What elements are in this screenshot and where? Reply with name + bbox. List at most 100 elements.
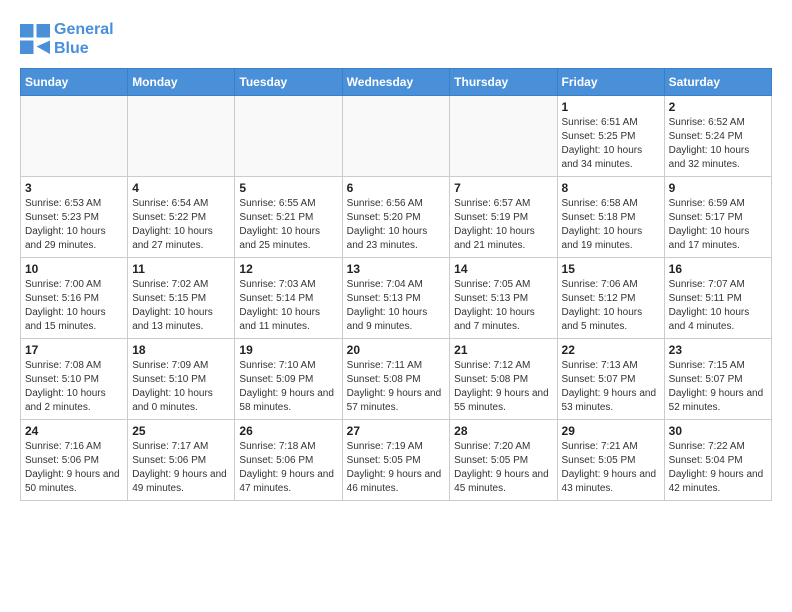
- calendar-cell: 30Sunrise: 7:22 AM Sunset: 5:04 PM Dayli…: [664, 420, 771, 501]
- day-number: 29: [562, 424, 660, 438]
- day-number: 14: [454, 262, 552, 276]
- logo: General Blue: [20, 20, 114, 58]
- calendar-cell: [235, 96, 342, 177]
- day-detail: Sunrise: 7:06 AM Sunset: 5:12 PM Dayligh…: [562, 278, 660, 334]
- day-detail: Sunrise: 7:10 AM Sunset: 5:09 PM Dayligh…: [239, 359, 337, 415]
- col-header-wednesday: Wednesday: [342, 69, 450, 96]
- calendar-cell: 24Sunrise: 7:16 AM Sunset: 5:06 PM Dayli…: [21, 420, 128, 501]
- day-number: 20: [347, 343, 446, 357]
- day-number: 17: [25, 343, 123, 357]
- day-number: 1: [562, 100, 660, 114]
- calendar-cell: [342, 96, 450, 177]
- calendar-cell: 4 Sunrise: 6:54 AM Sunset: 5:22 PM Daylig…: [128, 177, 235, 258]
- calendar-cell: [450, 96, 557, 177]
- calendar-cell: 10 Sunrise: 7:00 AM Sunset: 5:16 PM Dayli…: [21, 258, 128, 339]
- calendar-cell: 14 Sunrise: 7:05 AM Sunset: 5:13 PM Dayli…: [450, 258, 557, 339]
- day-number: 12: [239, 262, 337, 276]
- day-detail: Sunrise: 7:07 AM Sunset: 5:11 PM Dayligh…: [669, 278, 767, 334]
- calendar-cell: 25 Sunrise: 7:17 AM Sunset: 5:06 PM Dayli…: [128, 420, 235, 501]
- calendar-cell: 6 Sunrise: 6:56 AM Sunset: 5:20 PM Daylig…: [342, 177, 450, 258]
- day-number: 22: [562, 343, 660, 357]
- day-detail: Sunrise: 7:12 AM Sunset: 5:08 PM Dayligh…: [454, 359, 552, 415]
- calendar-cell: 26 Sunrise: 7:18 AM Sunset: 5:06 PM Dayli…: [235, 420, 342, 501]
- day-detail: Sunrise: 7:16 AM Sunset: 5:06 PM Dayligh…: [25, 440, 123, 496]
- day-number: 30: [669, 424, 767, 438]
- calendar-cell: 19 Sunrise: 7:10 AM Sunset: 5:09 PM Dayli…: [235, 339, 342, 420]
- col-header-monday: Monday: [128, 69, 235, 96]
- day-detail: Sunrise: 6:55 AM Sunset: 5:21 PM Dayligh…: [239, 197, 337, 253]
- day-detail: Sunrise: 7:11 AM Sunset: 5:08 PM Dayligh…: [347, 359, 446, 415]
- day-number: 10: [25, 262, 123, 276]
- calendar-cell: 28Sunrise: 7:20 AM Sunset: 5:05 PM Dayli…: [450, 420, 557, 501]
- calendar-cell: [21, 96, 128, 177]
- calendar-cell: 29 Sunrise: 7:21 AM Sunset: 5:05 PM Dayli…: [557, 420, 664, 501]
- day-number: 27: [347, 424, 446, 438]
- calendar-cell: 7Sunrise: 6:57 AM Sunset: 5:19 PM Daylig…: [450, 177, 557, 258]
- day-number: 25: [132, 424, 230, 438]
- calendar-cell: 15 Sunrise: 7:06 AM Sunset: 5:12 PM Dayli…: [557, 258, 664, 339]
- calendar-cell: 5 Sunrise: 6:55 AM Sunset: 5:21 PM Daylig…: [235, 177, 342, 258]
- col-header-thursday: Thursday: [450, 69, 557, 96]
- calendar-week-3: 10 Sunrise: 7:00 AM Sunset: 5:16 PM Dayli…: [21, 258, 772, 339]
- day-number: 2: [669, 100, 767, 114]
- logo-text: General Blue: [54, 20, 114, 58]
- day-number: 3: [25, 181, 123, 195]
- day-number: 26: [239, 424, 337, 438]
- day-detail: Sunrise: 6:52 AM Sunset: 5:24 PM Dayligh…: [669, 116, 767, 172]
- day-detail: Sunrise: 7:04 AM Sunset: 5:13 PM Dayligh…: [347, 278, 446, 334]
- calendar-cell: 1Sunrise: 6:51 AM Sunset: 5:25 PM Daylig…: [557, 96, 664, 177]
- day-number: 19: [239, 343, 337, 357]
- day-number: 18: [132, 343, 230, 357]
- day-number: 6: [347, 181, 446, 195]
- day-number: 16: [669, 262, 767, 276]
- day-number: 5: [239, 181, 337, 195]
- calendar-cell: 16 Sunrise: 7:07 AM Sunset: 5:11 PM Dayli…: [664, 258, 771, 339]
- day-number: 8: [562, 181, 660, 195]
- calendar-week-5: 24Sunrise: 7:16 AM Sunset: 5:06 PM Dayli…: [21, 420, 772, 501]
- calendar-cell: 9Sunrise: 6:59 AM Sunset: 5:17 PM Daylig…: [664, 177, 771, 258]
- day-detail: Sunrise: 6:54 AM Sunset: 5:22 PM Dayligh…: [132, 197, 230, 253]
- calendar-cell: 18 Sunrise: 7:09 AM Sunset: 5:10 PM Dayli…: [128, 339, 235, 420]
- calendar-cell: 2 Sunrise: 6:52 AM Sunset: 5:24 PM Daylig…: [664, 96, 771, 177]
- day-detail: Sunrise: 6:57 AM Sunset: 5:19 PM Dayligh…: [454, 197, 552, 253]
- calendar-cell: 23Sunrise: 7:15 AM Sunset: 5:07 PM Dayli…: [664, 339, 771, 420]
- day-detail: Sunrise: 7:05 AM Sunset: 5:13 PM Dayligh…: [454, 278, 552, 334]
- day-number: 21: [454, 343, 552, 357]
- day-detail: Sunrise: 7:02 AM Sunset: 5:15 PM Dayligh…: [132, 278, 230, 334]
- calendar-cell: 3 Sunrise: 6:53 AM Sunset: 5:23 PM Daylig…: [21, 177, 128, 258]
- day-detail: Sunrise: 7:21 AM Sunset: 5:05 PM Dayligh…: [562, 440, 660, 496]
- day-number: 13: [347, 262, 446, 276]
- calendar-cell: 21 Sunrise: 7:12 AM Sunset: 5:08 PM Dayli…: [450, 339, 557, 420]
- calendar-cell: 22Sunrise: 7:13 AM Sunset: 5:07 PM Dayli…: [557, 339, 664, 420]
- day-detail: Sunrise: 6:56 AM Sunset: 5:20 PM Dayligh…: [347, 197, 446, 253]
- col-header-tuesday: Tuesday: [235, 69, 342, 96]
- day-detail: Sunrise: 6:53 AM Sunset: 5:23 PM Dayligh…: [25, 197, 123, 253]
- day-detail: Sunrise: 7:09 AM Sunset: 5:10 PM Dayligh…: [132, 359, 230, 415]
- calendar-header-row: SundayMondayTuesdayWednesdayThursdayFrid…: [21, 69, 772, 96]
- logo-icon: [20, 24, 50, 54]
- day-detail: Sunrise: 7:17 AM Sunset: 5:06 PM Dayligh…: [132, 440, 230, 496]
- col-header-friday: Friday: [557, 69, 664, 96]
- calendar-cell: 11 Sunrise: 7:02 AM Sunset: 5:15 PM Dayli…: [128, 258, 235, 339]
- calendar-cell: 17Sunrise: 7:08 AM Sunset: 5:10 PM Dayli…: [21, 339, 128, 420]
- day-number: 4: [132, 181, 230, 195]
- calendar-cell: 27 Sunrise: 7:19 AM Sunset: 5:05 PM Dayli…: [342, 420, 450, 501]
- calendar-cell: [128, 96, 235, 177]
- calendar-cell: 8 Sunrise: 6:58 AM Sunset: 5:18 PM Daylig…: [557, 177, 664, 258]
- col-header-sunday: Sunday: [21, 69, 128, 96]
- day-detail: Sunrise: 7:00 AM Sunset: 5:16 PM Dayligh…: [25, 278, 123, 334]
- calendar-cell: 13 Sunrise: 7:04 AM Sunset: 5:13 PM Dayli…: [342, 258, 450, 339]
- col-header-saturday: Saturday: [664, 69, 771, 96]
- calendar-week-1: 1Sunrise: 6:51 AM Sunset: 5:25 PM Daylig…: [21, 96, 772, 177]
- day-detail: Sunrise: 6:59 AM Sunset: 5:17 PM Dayligh…: [669, 197, 767, 253]
- day-detail: Sunrise: 7:19 AM Sunset: 5:05 PM Dayligh…: [347, 440, 446, 496]
- day-number: 28: [454, 424, 552, 438]
- calendar: SundayMondayTuesdayWednesdayThursdayFrid…: [20, 68, 772, 501]
- day-detail: Sunrise: 7:18 AM Sunset: 5:06 PM Dayligh…: [239, 440, 337, 496]
- calendar-cell: 20 Sunrise: 7:11 AM Sunset: 5:08 PM Dayli…: [342, 339, 450, 420]
- day-detail: Sunrise: 7:15 AM Sunset: 5:07 PM Dayligh…: [669, 359, 767, 415]
- day-number: 11: [132, 262, 230, 276]
- day-number: 15: [562, 262, 660, 276]
- day-detail: Sunrise: 6:58 AM Sunset: 5:18 PM Dayligh…: [562, 197, 660, 253]
- calendar-week-2: 3 Sunrise: 6:53 AM Sunset: 5:23 PM Daylig…: [21, 177, 772, 258]
